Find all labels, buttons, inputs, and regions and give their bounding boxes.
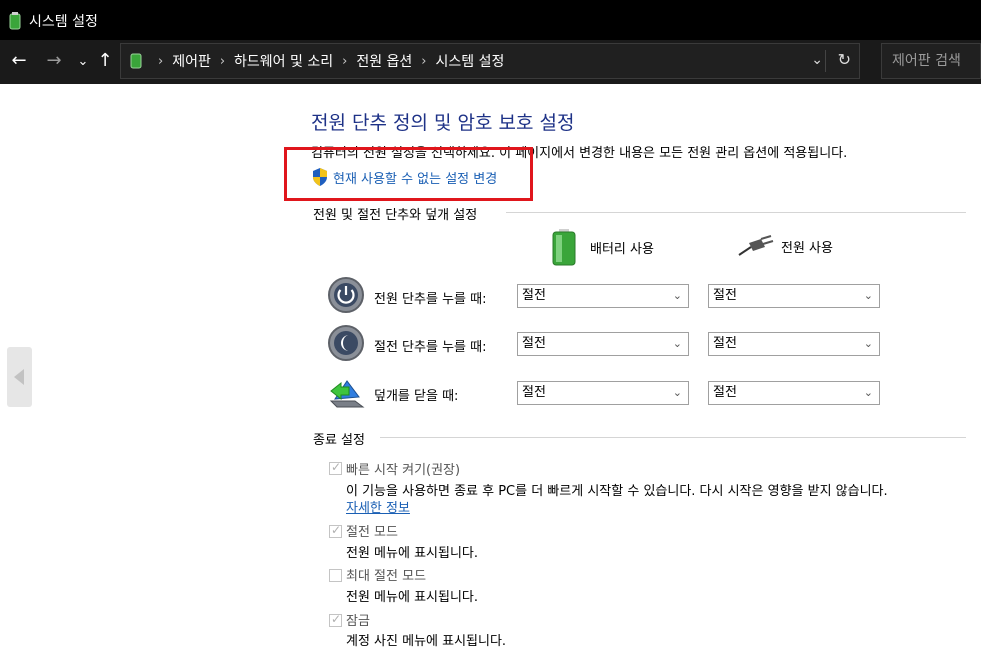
select-value: 절전 [522,385,546,400]
sleep-mode-checkbox[interactable]: ✓ [329,523,342,538]
address-bar[interactable]: › 제어판 › 하드웨어 및 소리 › 전원 옵션 › 시스템 설정 ⌄ ↻ [120,43,860,79]
fast-startup-label: 빠른 시작 켜기(권장) [346,463,461,478]
breadcrumb-item-control-panel[interactable]: 제어판 [172,51,211,71]
lock-checkbox[interactable]: ✓ [329,612,342,627]
left-pane-toggle[interactable] [7,347,32,407]
more-info-link[interactable]: 자세한 정보 [346,497,410,516]
sleep-mode-label: 절전 모드 [346,525,398,540]
refresh-icon[interactable]: ↻ [838,50,851,69]
lid-close-label: 덮개를 닫을 때: [374,389,459,404]
power-section-title: 전원 및 절전 단추와 덮개 설정 [313,208,478,223]
select-value: 절전 [713,336,737,351]
battery-icon [552,229,576,266]
window-title: 시스템 설정 [29,14,98,30]
forward-arrow-icon[interactable]: → [43,51,65,71]
power-button-battery-select[interactable]: 절전 ⌄ [517,284,689,308]
battery-app-icon [9,12,21,30]
lock-description: 계정 사진 메뉴에 표시됩니다. [346,634,507,649]
up-arrow-icon[interactable]: ↑ [94,51,116,71]
chevron-down-icon: ⌄ [672,289,682,302]
chevron-down-icon: ⌄ [672,386,682,399]
shutdown-section-title: 종료 설정 [313,433,365,448]
checkmark-icon: ✓ [331,460,342,474]
lid-close-battery-select[interactable]: 절전 ⌄ [517,381,689,405]
breadcrumb-separator-icon: › [421,53,427,69]
chevron-down-icon: ⌄ [863,386,873,399]
select-value: 절전 [522,288,546,303]
breadcrumb-item-system-settings[interactable]: 시스템 설정 [436,51,505,71]
breadcrumb-separator-icon: › [158,53,164,69]
power-button-icon [328,277,364,313]
breadcrumb-item-power-options[interactable]: 전원 옵션 [356,51,412,71]
select-value: 절전 [522,336,546,351]
control-panel-icon [130,53,142,69]
address-dropdown-chevron-icon[interactable]: ⌄ [811,52,823,68]
sleep-mode-description: 전원 메뉴에 표시됩니다. [346,546,478,561]
sleep-button-battery-select[interactable]: 절전 ⌄ [517,332,689,356]
chevron-down-icon: ⌄ [863,337,873,350]
plugged-column-header: 전원 사용 [737,235,833,257]
breadcrumb: › 제어판 › 하드웨어 및 소리 › 전원 옵션 › 시스템 설정 [129,44,504,78]
search-input[interactable]: 제어판 검색 [881,43,981,79]
title-bar: 시스템 설정 [0,0,981,40]
breadcrumb-separator-icon: › [219,53,226,69]
fast-startup-checkbox[interactable]: ✓ [329,460,342,475]
select-value: 절전 [713,385,737,400]
page-title: 전원 단추 정의 및 암호 보호 설정 [311,112,575,134]
section-divider [380,437,966,438]
chevron-down-icon: ⌄ [672,337,682,350]
breadcrumb-separator-icon: › [342,53,348,69]
highlight-box [284,147,533,201]
hibernate-checkbox[interactable] [329,569,342,582]
laptop-lid-icon [329,380,365,408]
breadcrumb-item-hardware-sound[interactable]: 하드웨어 및 소리 [234,51,333,71]
back-arrow-icon[interactable]: ← [8,51,30,71]
checkmark-icon: ✓ [331,523,342,537]
power-button-plugged-select[interactable]: 절전 ⌄ [708,284,880,308]
chevron-down-icon: ⌄ [863,289,873,302]
lock-label: 잠금 [346,614,370,629]
battery-column-header: 배터리 사용 [551,228,654,266]
address-divider [825,50,826,72]
fast-startup-description: 이 기능을 사용하면 종료 후 PC를 더 빠르게 시작할 수 있습니다. 다시… [346,484,888,499]
sleep-button-icon [328,325,364,361]
sleep-button-label: 절전 단추를 누를 때: [374,340,487,355]
recent-locations-chevron-icon[interactable]: ⌄ [72,52,94,72]
left-arrow-icon [14,369,24,385]
power-button-label: 전원 단추를 누를 때: [374,292,487,307]
battery-column-label: 배터리 사용 [590,241,654,257]
hibernate-description: 전원 메뉴에 표시됩니다. [346,590,478,605]
lid-close-plugged-select[interactable]: 절전 ⌄ [708,381,880,405]
hibernate-label: 최대 절전 모드 [346,569,427,584]
power-plug-icon [738,235,774,256]
sleep-button-plugged-select[interactable]: 절전 ⌄ [708,332,880,356]
plugged-column-label: 전원 사용 [781,240,833,256]
select-value: 절전 [713,288,737,303]
checkmark-icon: ✓ [331,612,342,626]
section-divider [506,212,966,213]
